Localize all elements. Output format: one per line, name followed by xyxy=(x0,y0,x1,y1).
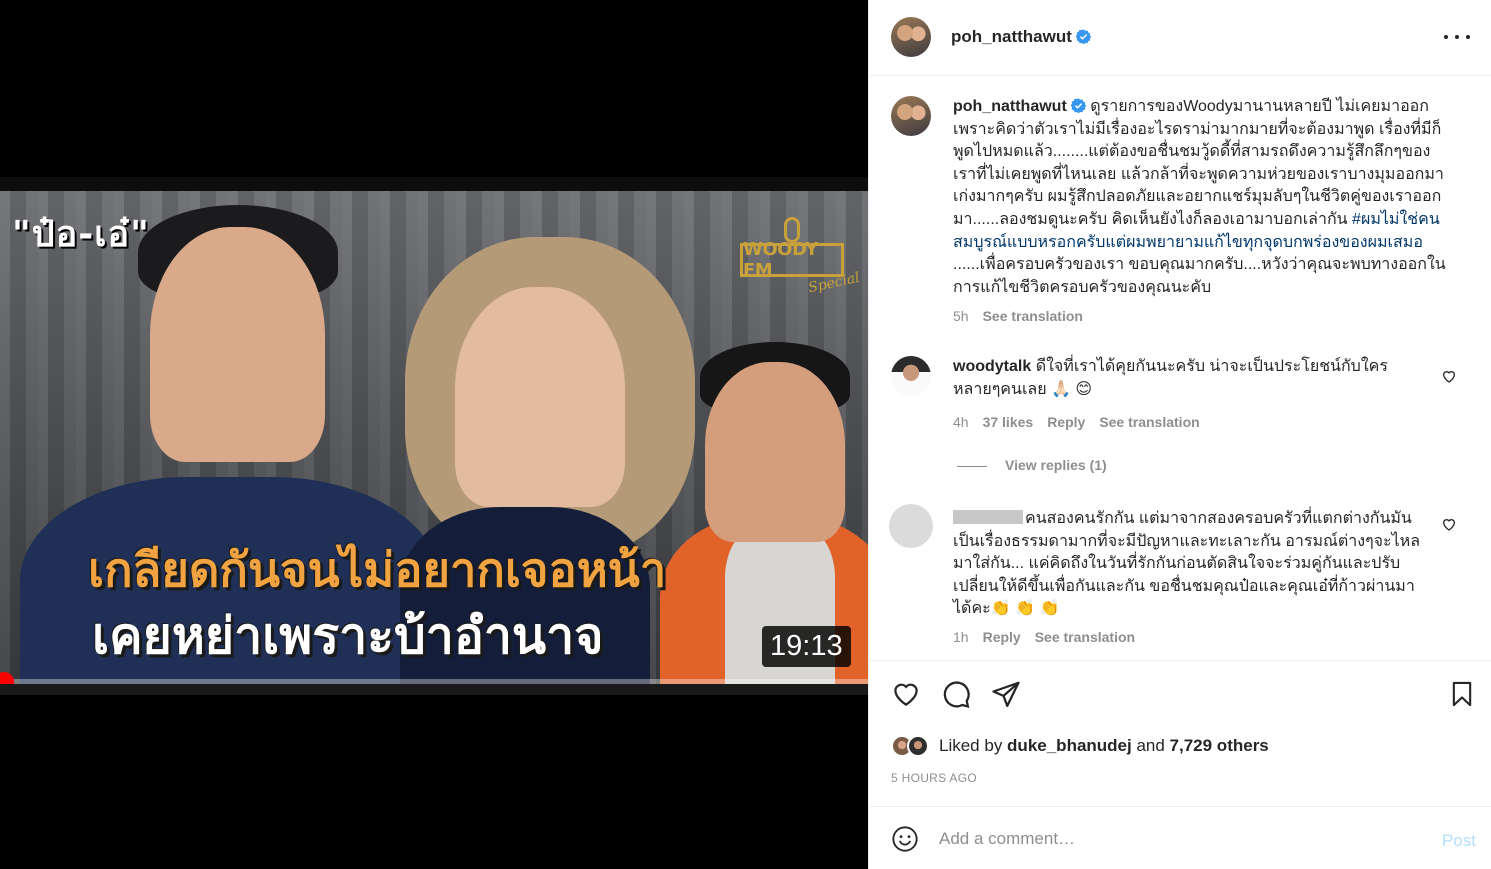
emoji-picker-icon[interactable] xyxy=(891,825,919,853)
thumbnail-top-strip xyxy=(0,177,868,191)
post-comment-button[interactable]: Post xyxy=(1442,831,1476,851)
liked-by-text: Liked by duke_bhanudej and 7,729 others xyxy=(939,736,1269,756)
post-side-panel: poh_natthawut poh_natthawut ดูรายการของW… xyxy=(868,0,1491,869)
liked-by-others-link[interactable]: 7,729 others xyxy=(1170,736,1269,755)
comment-see-translation-button[interactable]: See translation xyxy=(1099,414,1199,430)
dot-icon xyxy=(1444,35,1448,39)
dot-icon xyxy=(1455,35,1459,39)
post-timestamp[interactable]: 5 HOURS AGO xyxy=(891,771,977,785)
comment-time: 4h xyxy=(953,414,969,430)
comment-reply-button[interactable]: Reply xyxy=(983,629,1021,645)
share-send-icon[interactable] xyxy=(991,679,1021,709)
comment-see-translation-button[interactable]: See translation xyxy=(1035,629,1135,645)
comment-body: คนสองคนรักกัน แต่มาจากสองครอบครัวที่แตกต… xyxy=(953,510,1421,618)
caption-time: 5h xyxy=(953,308,969,324)
verified-badge-icon xyxy=(1075,29,1091,44)
host-right-face xyxy=(705,362,845,542)
instagram-post-modal: "ป๋อ-เอ๋" WOODY FM Special เกลียดกันจนไม… xyxy=(0,0,1491,869)
liked-by-and: and xyxy=(1131,736,1170,755)
comment-meta: 1h Reply See translation xyxy=(953,629,1149,645)
comment-input[interactable] xyxy=(939,825,1399,853)
comment-text: woodytalk ดีใจที่เราได้คุยกันนะครับ น่าจ… xyxy=(953,356,1413,401)
redacted-username xyxy=(953,510,1023,524)
replies-divider-line xyxy=(957,465,987,467)
post-header: poh_natthawut xyxy=(869,0,1491,76)
like-heart-icon[interactable] xyxy=(891,679,921,709)
comment-text: คนสองคนรักกัน แต่มาจากสองครอบครัวที่แตกต… xyxy=(953,508,1433,621)
woody-fm-logo-text: WOODY FM xyxy=(740,239,844,281)
comment-bubble-icon[interactable] xyxy=(941,679,971,709)
headline-line-1: เกลียดกันจนไม่อยากเจอหน้า xyxy=(88,543,667,598)
liked-by-user-link[interactable]: duke_bhanudej xyxy=(1007,736,1132,755)
liked-by-prefix: Liked by xyxy=(939,736,1008,755)
comment-username[interactable]: woodytalk xyxy=(953,358,1031,375)
comment-likes-button[interactable]: 37 likes xyxy=(983,414,1034,430)
commenter-avatar[interactable] xyxy=(889,504,933,548)
verified-badge-icon xyxy=(1070,98,1086,113)
host-right-shirt xyxy=(725,527,835,695)
post-media[interactable]: "ป๋อ-เอ๋" WOODY FM Special เกลียดกันจนไม… xyxy=(0,0,868,869)
comments-scroll-area[interactable]: poh_natthawut ดูรายการของWoodyมานานหลายป… xyxy=(869,76,1491,660)
caption-username[interactable]: poh_natthawut xyxy=(953,98,1067,115)
guest-center-face xyxy=(455,287,625,507)
like-comment-heart-icon[interactable] xyxy=(1441,516,1457,532)
caption-meta: 5h See translation xyxy=(953,308,1097,324)
overlay-guest-names: "ป๋อ-เอ๋" xyxy=(12,214,150,255)
dot-icon xyxy=(1466,35,1470,39)
caption-body-end: ......เพื่อครอบครัวของเรา ขอบคุณมากครับ.… xyxy=(953,256,1446,296)
headline-line-2: เคยหย่าเพราะบ้าอำนาจ xyxy=(92,607,604,665)
comment-time: 1h xyxy=(953,629,969,645)
liker-avatar[interactable] xyxy=(907,735,929,757)
like-comment-heart-icon[interactable] xyxy=(1441,368,1457,384)
liked-by-row: Liked by duke_bhanudej and 7,729 others xyxy=(891,733,1269,759)
video-duration: 19:13 xyxy=(762,626,851,667)
more-options-button[interactable] xyxy=(1444,26,1470,48)
commenter-avatar[interactable] xyxy=(891,356,931,396)
caption-body: ดูรายการของWoodyมานานหลายปี ไม่เคยมาออกเ… xyxy=(953,98,1444,228)
add-comment-bar: Post xyxy=(869,806,1491,869)
caption-see-translation-button[interactable]: See translation xyxy=(983,308,1083,324)
header-username-text[interactable]: poh_natthawut xyxy=(951,27,1072,46)
header-username[interactable]: poh_natthawut xyxy=(951,27,1091,47)
video-thumbnail[interactable]: "ป๋อ-เอ๋" WOODY FM Special เกลียดกันจนไม… xyxy=(0,177,868,695)
comment-meta: 4h 37 likes Reply See translation xyxy=(953,414,1214,430)
view-replies-button[interactable]: View replies (1) xyxy=(957,457,1107,473)
woody-fm-logo: WOODY FM Special xyxy=(740,217,861,297)
save-bookmark-icon[interactable] xyxy=(1448,679,1476,709)
caption-owner-avatar[interactable] xyxy=(891,96,931,136)
post-actions-section: Liked by duke_bhanudej and 7,729 others … xyxy=(869,660,1491,806)
comment-reply-button[interactable]: Reply xyxy=(1047,414,1085,430)
caption-text: poh_natthawut ดูรายการของWoodyมานานหลายป… xyxy=(953,96,1453,299)
owner-avatar[interactable] xyxy=(891,17,931,57)
thumbnail-bottom-strip xyxy=(0,684,868,695)
view-replies-label[interactable]: View replies (1) xyxy=(1005,457,1107,473)
host-left-face xyxy=(150,227,325,462)
